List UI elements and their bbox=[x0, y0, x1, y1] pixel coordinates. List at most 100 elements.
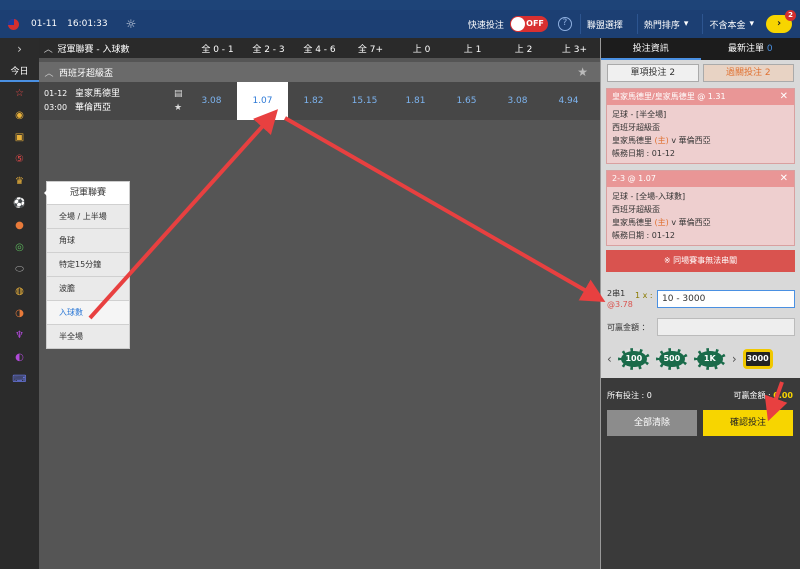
bet-card: 2-3 @ 1.07 ✕ 足球 - [全場-入球數] 西班牙超級盃 皇家馬德里 (… bbox=[606, 170, 795, 246]
close-icon[interactable]: ✕ bbox=[780, 171, 788, 187]
stats-icon[interactable]: ▤ bbox=[174, 87, 186, 101]
badminton-icon[interactable]: ♆ bbox=[0, 324, 39, 346]
total-win: 可贏金額 : 0.00 bbox=[733, 391, 793, 400]
match-tools: ▤ ★ bbox=[174, 87, 186, 115]
chip-100[interactable]: 100 bbox=[617, 348, 650, 370]
bet-type-tabs: 單項投注 2 過關投注 2 bbox=[601, 60, 800, 82]
bet-card-header: 2-3 @ 1.07 ✕ bbox=[607, 171, 794, 187]
total-bets: 所有投注 : 0 bbox=[607, 391, 652, 400]
five-icon[interactable]: ⑤ bbox=[0, 148, 39, 170]
star-icon[interactable]: ☆ bbox=[0, 82, 39, 104]
quick-bet-label: 快速投注 bbox=[467, 20, 504, 31]
league-name: 西班牙超級盃 bbox=[59, 68, 114, 79]
menu-item[interactable]: 特定15分鐘 bbox=[47, 252, 129, 276]
principal-select[interactable]: 不含本金 ▾ bbox=[702, 14, 760, 34]
esports-icon[interactable]: ◐ bbox=[0, 346, 39, 368]
market-popup-menu: 冠軍聯賽 全場 / 上半場 角球 特定15分鐘 波膽 入球數 半全場 bbox=[44, 181, 130, 349]
market-header: ︿ 冠軍聯賽 - 入球數 全 0 - 1 全 2 - 3 全 4 - 6 全 7… bbox=[39, 38, 600, 58]
star-icon[interactable]: ★ bbox=[174, 101, 186, 115]
col-header: 上 3+ bbox=[561, 44, 588, 55]
brightness-icon[interactable]: ☼ bbox=[126, 17, 137, 31]
odds-cell-selected[interactable]: 1.07 bbox=[237, 82, 288, 120]
chip-3000[interactable]: 3000 bbox=[742, 349, 773, 369]
sort-select[interactable]: 熱門排序 ▾ bbox=[636, 14, 695, 34]
stake-input[interactable]: 10 - 3000 bbox=[657, 290, 795, 308]
sidebar: › 今日 ☆ ◉ ▣ ⑤ ♛ ⚽ ● ◎ ⬭ ◍ ◑ ♆ ◐ ⌨ bbox=[0, 38, 39, 569]
bet-card-body: 足球 - [半全場] 西班牙超級盃 皇家馬德里 (主) v 華倫西亞 帳務日期 … bbox=[612, 110, 711, 158]
tab-bet-info[interactable]: 投注資訊 bbox=[601, 38, 701, 60]
menu-item-active[interactable]: 入球數 bbox=[47, 300, 129, 324]
col-header: 上 1 bbox=[463, 44, 482, 55]
star-icon[interactable]: ★ bbox=[577, 65, 588, 79]
chevron-left-icon[interactable]: ‹ bbox=[607, 352, 612, 366]
odds-cell[interactable]: 15.15 bbox=[339, 82, 390, 120]
odds-cell[interactable]: 3.08 bbox=[186, 82, 237, 120]
parlay-warning: ※ 同場賽事無法串關 bbox=[606, 250, 795, 272]
sidebar-today[interactable]: 今日 bbox=[0, 60, 39, 82]
top-strip bbox=[0, 0, 800, 10]
live-icon[interactable]: ◉ bbox=[0, 104, 39, 126]
odds-cell[interactable]: 1.82 bbox=[288, 82, 339, 120]
col-header: 全 0 - 1 bbox=[201, 44, 234, 55]
match-row: 01-12 03:00 皇家馬德里 華倫西亞 ▤ ★ 3.08 1.07 1.82 1… bbox=[39, 82, 600, 120]
volleyball-icon[interactable]: ◍ bbox=[0, 280, 39, 302]
bet-slip-button[interactable]: › 2 bbox=[766, 10, 796, 33]
market-title: 冠軍聯賽 - 入球數 bbox=[57, 44, 130, 55]
col-header: 上 0 bbox=[412, 44, 431, 55]
menu-item[interactable]: 波膽 bbox=[47, 276, 129, 300]
col-header: 上 2 bbox=[514, 44, 533, 55]
col-header: 全 4 - 6 bbox=[303, 44, 336, 55]
collapse-icon[interactable]: ︿ bbox=[39, 42, 58, 55]
menu-item[interactable]: 角球 bbox=[47, 228, 129, 252]
league-select-button[interactable]: 聯盟選擇 bbox=[579, 14, 629, 34]
odds-cell[interactable]: 3.08 bbox=[492, 82, 543, 120]
soccer-icon[interactable]: ⚽ bbox=[0, 192, 39, 214]
chevron-down-icon: ▾ bbox=[683, 19, 689, 29]
menu-item[interactable]: 全場 / 上半場 bbox=[47, 204, 129, 228]
col-header: 全 7+ bbox=[357, 44, 384, 55]
confirm-bet-button[interactable]: 確認投注 bbox=[703, 410, 793, 436]
odds-cell[interactable]: 4.94 bbox=[543, 82, 594, 120]
chevron-right-icon[interactable]: › bbox=[732, 352, 737, 366]
league-row[interactable]: ︿ 西班牙超級盃 ★ bbox=[39, 62, 600, 82]
help-icon[interactable]: ? bbox=[557, 17, 572, 31]
bet-card-body: 足球 - [全場-入球數] 西班牙超級盃 皇家馬德里 (主) v 華倫西亞 帳務… bbox=[612, 192, 711, 240]
collapse-icon[interactable]: ︿ bbox=[39, 66, 59, 79]
basketball-icon[interactable]: ● bbox=[0, 214, 39, 236]
bet-card-header: 皇家馬德里/皇家馬德里 @ 1.31 ✕ bbox=[607, 89, 794, 105]
tab-parlay[interactable]: 過關投注 2 bbox=[702, 64, 794, 82]
notification-badge: 2 bbox=[785, 10, 796, 21]
expand-sidebar-icon[interactable]: › bbox=[0, 38, 39, 60]
tab-single[interactable]: 單項投注 2 bbox=[607, 64, 699, 82]
crown-icon[interactable]: ♛ bbox=[0, 170, 39, 192]
win-amount-field bbox=[657, 318, 795, 336]
chip-selector: ‹ 100 500 1K › 3000 bbox=[607, 346, 797, 372]
tv-icon[interactable]: ▣ bbox=[0, 126, 39, 148]
panel-tabs: 投注資訊 最新注單 0 bbox=[601, 38, 800, 60]
gamepad-icon[interactable]: ⌨ bbox=[0, 368, 39, 390]
chip-500[interactable]: 500 bbox=[655, 348, 688, 370]
quick-bet-toggle[interactable]: OFF bbox=[509, 16, 548, 32]
bet-panel: 投注資訊 最新注單 0 單項投注 2 過關投注 2 皇家馬德里/皇家馬德里 @ … bbox=[600, 38, 800, 569]
win-amount-label: 可贏金額 ： bbox=[607, 323, 650, 332]
menu-item[interactable]: 半全場 bbox=[47, 324, 129, 348]
football-icon[interactable]: ⬭ bbox=[0, 258, 39, 280]
odds-cell[interactable]: 1.81 bbox=[390, 82, 441, 120]
close-icon[interactable]: ✕ bbox=[780, 89, 788, 105]
clear-all-button[interactable]: 全部清除 bbox=[607, 410, 697, 436]
date: 01-11 bbox=[31, 19, 58, 29]
match-datetime: 01-12 03:00 bbox=[44, 89, 68, 112]
popup-title: 冠軍聯賽 bbox=[47, 182, 129, 204]
tab-latest-bets[interactable]: 最新注單 0 bbox=[701, 38, 800, 60]
panel-footer: 所有投注 : 0 可贏金額 : 0.00 全部清除 確認投注 bbox=[601, 378, 800, 569]
bet-card: 皇家馬德里/皇家馬德里 @ 1.31 ✕ 足球 - [半全場] 西班牙超級盃 皇家… bbox=[606, 88, 795, 164]
flag-icon bbox=[8, 18, 19, 30]
hockey-icon[interactable]: ◑ bbox=[0, 302, 39, 324]
col-header: 全 2 - 3 bbox=[252, 44, 285, 55]
odds-cell[interactable]: 1.65 bbox=[441, 82, 492, 120]
multiplier-label: 1 x : bbox=[635, 291, 653, 300]
match-teams: 皇家馬德里 華倫西亞 bbox=[75, 89, 121, 113]
chip-1k[interactable]: 1K bbox=[693, 348, 726, 370]
clock: 16:01:33 bbox=[67, 19, 108, 29]
tennis-icon[interactable]: ◎ bbox=[0, 236, 39, 258]
